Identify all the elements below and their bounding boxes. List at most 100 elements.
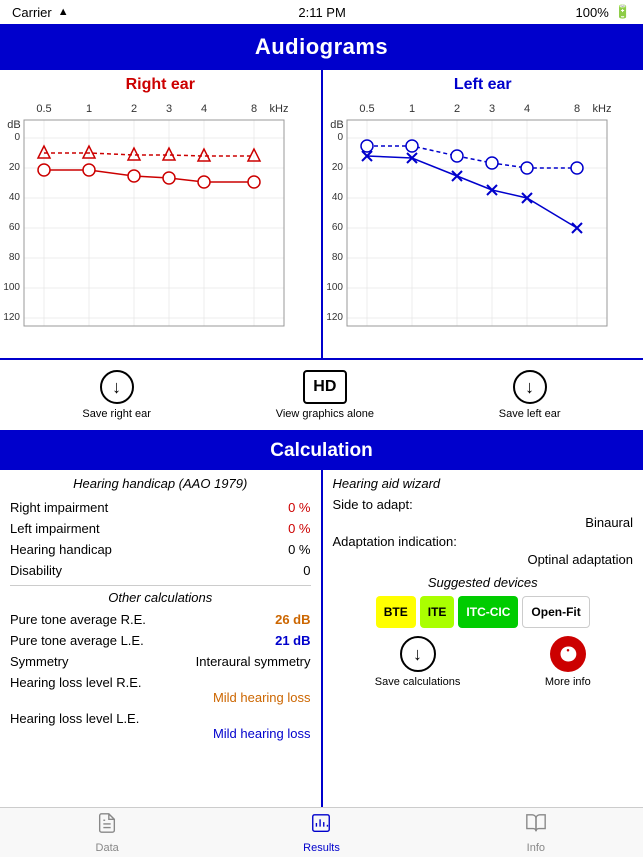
info-tab-icon — [525, 812, 547, 840]
pure-tone-re-label: Pure tone average R.E. — [10, 612, 146, 627]
adaptation-value: Optinal adaptation — [527, 552, 633, 567]
view-graphics-label: View graphics alone — [276, 408, 374, 420]
svg-text:60: 60 — [9, 222, 21, 233]
hearing-loss-re-label: Hearing loss level R.E. — [10, 675, 311, 690]
audiogram-section: Right ear 0.5 1 2 3 4 8 kHz dB 0 20 40 6… — [0, 70, 643, 360]
hd-icon: HD — [303, 370, 347, 404]
svg-text:0.5: 0.5 — [359, 103, 374, 115]
svg-text:kHz: kHz — [592, 103, 611, 115]
svg-text:4: 4 — [523, 103, 529, 115]
save-calc-icon: ↓ — [400, 636, 436, 672]
view-graphics-button[interactable]: HD View graphics alone — [276, 370, 374, 420]
status-bar: Carrier ▲ 2:11 PM 100% 🔋 — [0, 0, 643, 24]
symmetry-row: Symmetry Interaural symmetry — [10, 651, 311, 672]
left-impairment-value: 0 % — [288, 521, 310, 536]
carrier-label: Carrier — [12, 5, 52, 20]
right-impairment-label: Right impairment — [10, 500, 108, 515]
svg-text:dB: dB — [7, 119, 20, 131]
svg-text:40: 40 — [9, 192, 21, 203]
tab-info[interactable]: Info — [429, 808, 643, 857]
svg-text:100: 100 — [327, 282, 343, 293]
left-ear-panel: Left ear 0.5 1 2 3 4 8 kHz dB 0 20 40 60… — [321, 70, 643, 358]
save-calc-label: Save calculations — [375, 676, 461, 688]
hearing-loss-re-row: Hearing loss level R.E. Mild hearing los… — [10, 672, 311, 708]
open-fit-button[interactable]: Open-Fit — [522, 596, 589, 628]
adaptation-label: Adaptation indication: — [333, 534, 457, 549]
side-to-adapt-row: Side to adapt: — [333, 497, 634, 512]
svg-text:kHz: kHz — [270, 103, 289, 115]
itc-cic-button[interactable]: ITC-CIC — [458, 596, 518, 628]
symmetry-label: Symmetry — [10, 654, 69, 669]
right-ear-chart: 0.5 1 2 3 4 8 kHz dB 0 20 40 60 80 100 1… — [4, 98, 317, 328]
save-right-ear-button[interactable]: ↓ Save right ear — [82, 370, 150, 420]
tab-data[interactable]: Data — [0, 808, 214, 857]
other-calculations-title: Other calculations — [10, 590, 311, 605]
svg-text:4: 4 — [201, 103, 207, 115]
hearing-loss-le-row: Hearing loss level L.E. Mild hearing los… — [10, 708, 311, 744]
device-buttons: BTE ITE ITC-CIC Open-Fit — [333, 596, 634, 628]
left-ear-title: Left ear — [327, 76, 640, 94]
more-info-button[interactable]: More info — [545, 636, 591, 688]
svg-text:2: 2 — [453, 103, 459, 115]
wizard-title: Hearing aid wizard — [333, 476, 634, 491]
hearing-handicap-row: Hearing handicap 0 % — [10, 539, 311, 560]
ite-button[interactable]: ITE — [420, 596, 455, 628]
adaptation-indication-row: Adaptation indication: — [333, 534, 634, 549]
svg-text:40: 40 — [331, 192, 343, 203]
svg-text:80: 80 — [331, 252, 343, 263]
wifi-icon: ▲ — [58, 6, 69, 18]
svg-text:0.5: 0.5 — [36, 103, 51, 115]
calc-left-panel: Hearing handicap (AAO 1979) Right impair… — [0, 470, 323, 825]
tab-results[interactable]: Results — [214, 808, 428, 857]
data-tab-icon — [96, 812, 118, 840]
left-impairment-row: Left impairment 0 % — [10, 518, 311, 539]
suggested-devices-title: Suggested devices — [333, 575, 634, 590]
left-impairment-label: Left impairment — [10, 521, 100, 536]
battery-icon: 🔋 — [615, 4, 631, 20]
save-left-down-icon: ↓ — [513, 370, 547, 404]
more-info-label: More info — [545, 676, 591, 688]
svg-text:8: 8 — [251, 103, 257, 115]
right-impairment-value: 0 % — [288, 500, 310, 515]
save-calculations-button[interactable]: ↓ Save calculations — [375, 636, 461, 688]
svg-text:3: 3 — [488, 103, 494, 115]
svg-text:3: 3 — [166, 103, 172, 115]
disability-label: Disability — [10, 563, 62, 578]
svg-text:20: 20 — [9, 162, 21, 173]
symmetry-value: Interaural symmetry — [196, 654, 311, 669]
svg-text:1: 1 — [86, 103, 92, 115]
pure-tone-le-value: 21 dB — [275, 633, 310, 648]
svg-text:120: 120 — [4, 312, 20, 323]
bte-button[interactable]: BTE — [376, 596, 416, 628]
svg-text:0: 0 — [14, 132, 20, 143]
hearing-handicap-value: 0 % — [288, 542, 310, 557]
calc-actions: ↓ Save calculations More info — [333, 636, 634, 688]
app-title: Audiograms — [255, 34, 388, 59]
save-left-ear-button[interactable]: ↓ Save left ear — [499, 370, 561, 420]
calc-body: Hearing handicap (AAO 1979) Right impair… — [0, 470, 643, 825]
battery-label: 100% — [576, 5, 609, 20]
disability-value: 0 — [303, 563, 310, 578]
save-right-down-icon: ↓ — [100, 370, 134, 404]
svg-text:100: 100 — [4, 282, 20, 293]
svg-text:0: 0 — [337, 132, 343, 143]
right-impairment-row: Right impairment 0 % — [10, 497, 311, 518]
tab-data-label: Data — [96, 842, 119, 854]
calc-divider-1 — [10, 585, 311, 586]
action-row: ↓ Save right ear HD View graphics alone … — [0, 360, 643, 432]
calc-right-panel: Hearing aid wizard Side to adapt: Binaur… — [323, 470, 643, 825]
pure-tone-re-row: Pure tone average R.E. 26 dB — [10, 609, 311, 630]
save-left-label: Save left ear — [499, 408, 561, 420]
hearing-handicap-label: Hearing handicap — [10, 542, 112, 557]
hearing-loss-le-value: Mild hearing loss — [10, 726, 311, 741]
right-ear-svg: 0.5 1 2 3 4 8 kHz dB 0 20 40 60 80 100 1… — [4, 98, 294, 328]
left-ear-svg: 0.5 1 2 3 4 8 kHz dB 0 20 40 60 80 100 1… — [327, 98, 617, 328]
pure-tone-le-label: Pure tone average L.E. — [10, 633, 144, 648]
more-info-icon — [550, 636, 586, 672]
calc-header: Calculation — [0, 432, 643, 470]
time-label: 2:11 PM — [298, 5, 345, 20]
svg-text:dB: dB — [330, 119, 343, 131]
app-header: Audiograms — [0, 24, 643, 70]
tab-bar: Data Results Info — [0, 807, 643, 857]
tab-results-label: Results — [303, 842, 340, 854]
